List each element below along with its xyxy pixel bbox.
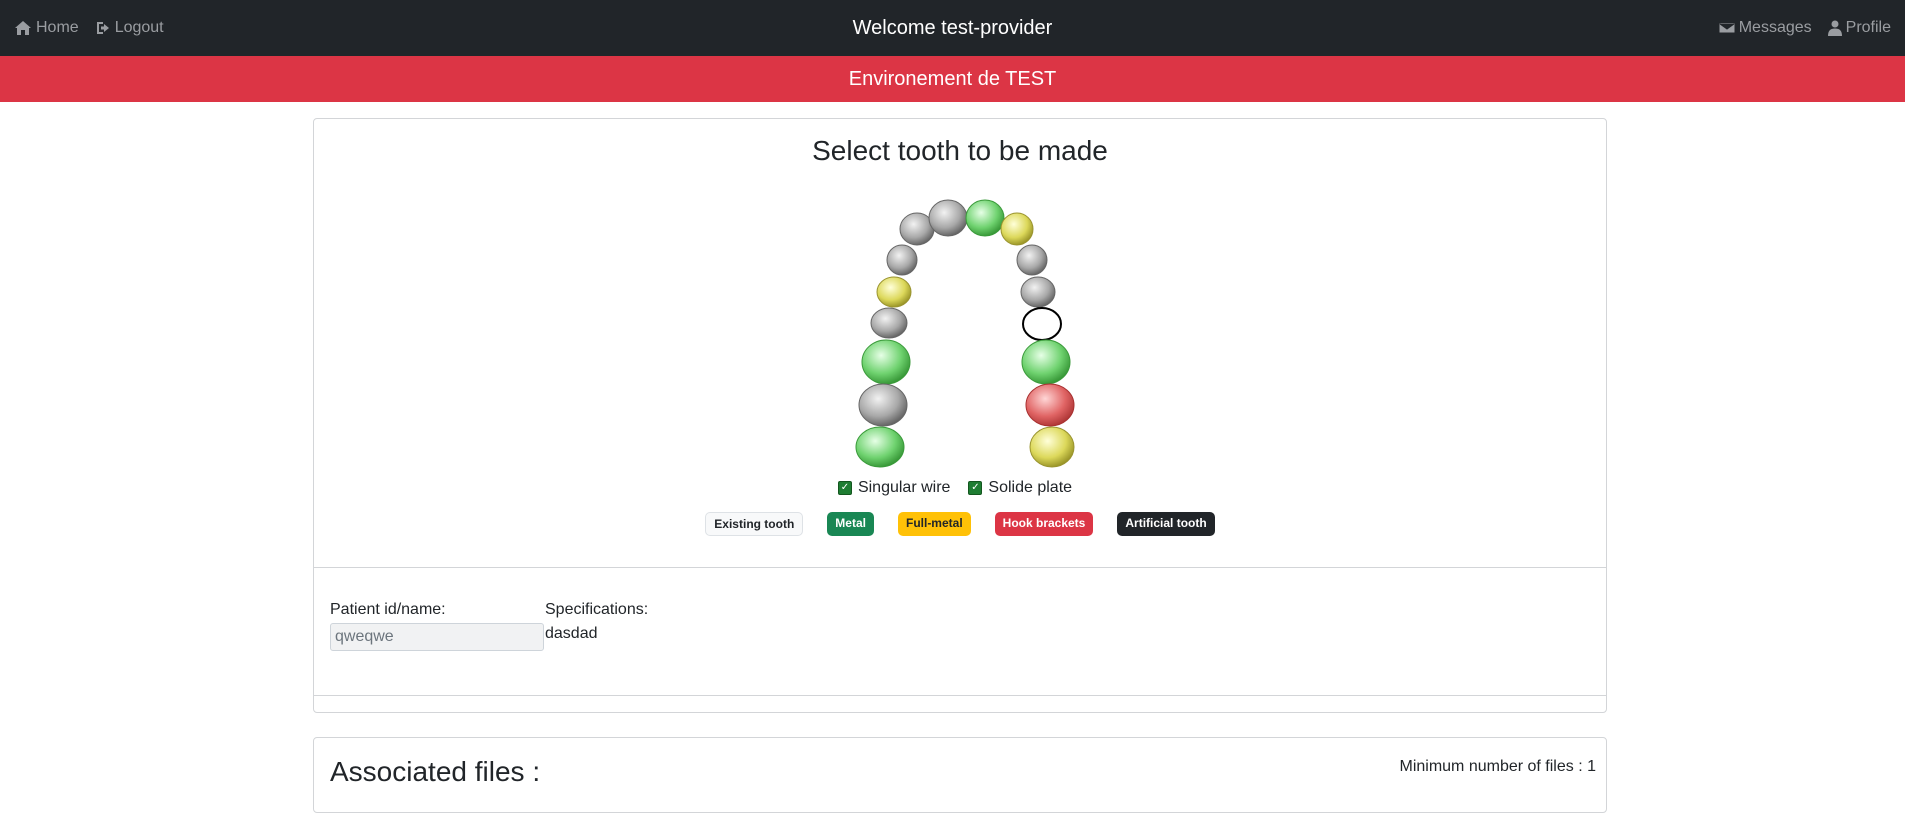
home-icon — [15, 21, 31, 35]
home-label: Home — [36, 19, 79, 36]
tooth-right-6[interactable] — [1025, 383, 1075, 427]
singular-wire-label: Singular wire — [857, 479, 951, 496]
tooth-upper-right-1[interactable] — [1000, 212, 1034, 246]
legend-full-metal: Full-metal — [897, 512, 971, 536]
page-title: Select tooth to be made — [812, 135, 1108, 166]
patient-label: Patient id/name: — [330, 601, 446, 618]
messages-link[interactable]: Messages — [1718, 19, 1812, 37]
solide-plate-label: Solide plate — [988, 479, 1073, 496]
tooth-legend: Existing tooth Metal Full-metal Hook bra… — [314, 512, 1606, 536]
tooth-right-5[interactable] — [1021, 339, 1071, 385]
tooth-upper-center-left[interactable] — [928, 199, 968, 237]
singular-wire-option[interactable]: ✓ Singular wire — [837, 479, 951, 497]
nav-left: Home Logout — [14, 19, 164, 37]
tooth-upper-center-right[interactable] — [965, 199, 1005, 237]
tooth-right-2[interactable] — [1016, 244, 1048, 276]
envelope-icon — [1718, 22, 1735, 34]
solide-plate-checkbox[interactable]: ✓ — [968, 481, 983, 495]
home-link[interactable]: Home — [14, 19, 79, 37]
appliance-options: ✓ Singular wire ✓ Solide plate — [314, 479, 1606, 497]
user-icon — [1827, 20, 1842, 36]
nav-right: Messages Profile — [1718, 19, 1891, 37]
specifications-section: Specifications: dasdad — [545, 601, 648, 643]
patient-input[interactable] — [330, 623, 544, 651]
section-divider-bottom — [314, 695, 1606, 696]
legend-hook-brackets: Hook brackets — [994, 512, 1094, 536]
legend-existing-tooth: Existing tooth — [705, 512, 804, 536]
legend-artificial-tooth: Artificial tooth — [1117, 512, 1215, 536]
tooth-left-3[interactable] — [876, 276, 912, 308]
profile-label: Profile — [1845, 19, 1891, 36]
patient-section: Patient id/name: — [330, 601, 544, 651]
tooth-left-7[interactable] — [855, 426, 905, 468]
tooth-left-6[interactable] — [858, 383, 908, 427]
solide-plate-option[interactable]: ✓ Solide plate — [968, 479, 1072, 497]
logout-label: Logout — [114, 19, 164, 36]
logout-icon — [96, 22, 109, 34]
tooth-left-2[interactable] — [886, 244, 918, 276]
tooth-selection-card: Select tooth to be made ✓ Singular wire — [313, 118, 1607, 713]
singular-wire-checkbox[interactable]: ✓ — [837, 481, 852, 495]
tooth-right-4-empty[interactable] — [1022, 307, 1062, 341]
tooth-left-4[interactable] — [870, 307, 908, 339]
specifications-value: dasdad — [545, 625, 598, 642]
tooth-right-3[interactable] — [1020, 276, 1056, 308]
section-divider-top — [314, 567, 1606, 568]
tooth-left-5[interactable] — [861, 339, 911, 385]
logout-link[interactable]: Logout — [95, 19, 164, 37]
specifications-label: Specifications: — [545, 601, 649, 618]
environment-banner: Environement de TEST — [0, 56, 1905, 102]
profile-link[interactable]: Profile — [1827, 19, 1891, 37]
min-files-text: Minimum number of files : 1 — [1399, 758, 1596, 775]
tooth-right-7[interactable] — [1029, 426, 1075, 468]
associated-files-card: Associated files : Minimum number of fil… — [313, 737, 1607, 813]
files-title: Associated files : — [330, 756, 541, 787]
welcome-text: Welcome test-provider — [852, 17, 1053, 39]
messages-label: Messages — [1738, 19, 1812, 36]
top-navbar: Home Logout Welcome test-provider Messag… — [0, 0, 1905, 56]
legend-metal: Metal — [827, 512, 874, 536]
